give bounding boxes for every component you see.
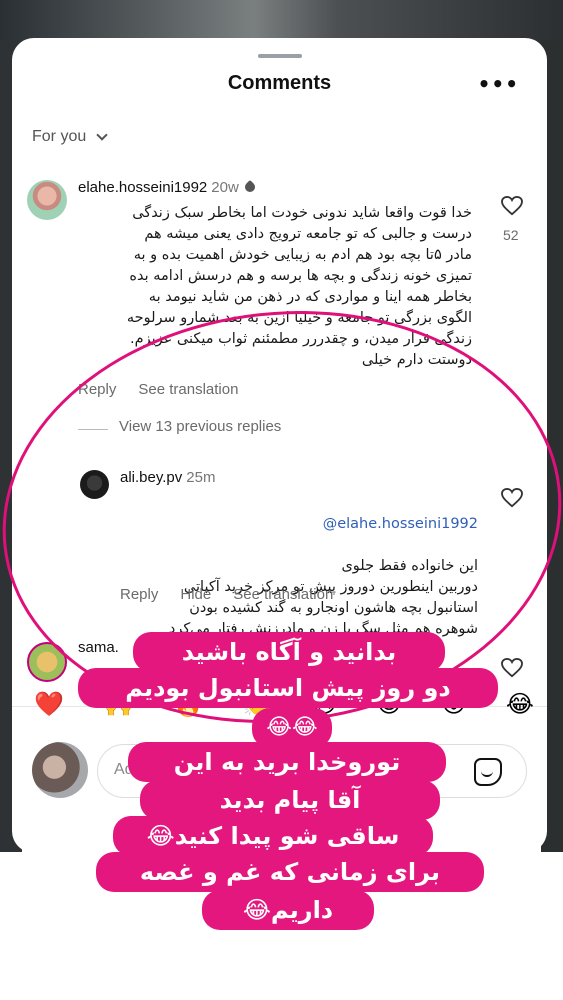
comment-actions: Reply See translation bbox=[78, 381, 238, 398]
comment-actions: Reply Hide See translation bbox=[120, 586, 333, 603]
avatar[interactable] bbox=[27, 180, 67, 220]
my-avatar bbox=[32, 742, 88, 798]
heart-icon[interactable] bbox=[501, 488, 523, 508]
sticker-icon[interactable] bbox=[474, 758, 502, 786]
heart-icon[interactable] bbox=[501, 196, 523, 216]
replies-divider bbox=[78, 429, 108, 430]
comment-username[interactable]: elahe.hosseini1992 20w bbox=[78, 179, 257, 196]
story-text-line: دو روز پیش استانبول بودیم bbox=[78, 668, 498, 708]
mention-link[interactable]: @elahe.hosseini1992 bbox=[112, 514, 478, 535]
sheet-title: Comments bbox=[227, 72, 332, 94]
emoji-laughing[interactable]: 😂 bbox=[506, 690, 534, 718]
like-count: 52 bbox=[503, 227, 519, 243]
comment-text: @elahe.hosseini1992 این خانواده فقط جلوی… bbox=[112, 493, 478, 640]
comment-time: 20w bbox=[211, 179, 239, 196]
story-text-line: برای زمانی که غم و غصه bbox=[96, 852, 484, 892]
reply-button[interactable]: Reply bbox=[78, 381, 116, 398]
story-text-line: ساقی شو پیدا کنید😂 bbox=[113, 816, 433, 856]
story-text-line: داریم😂 bbox=[202, 890, 374, 930]
story-text-line: بدانید و آگاه باشید bbox=[133, 632, 445, 672]
comment-text: خدا قوت واقعا شاید ندونی خودت اما بخاطر … bbox=[126, 205, 472, 368]
comment-username[interactable]: sama. bbox=[78, 639, 119, 656]
chevron-down-icon bbox=[96, 128, 108, 141]
more-options-button[interactable]: ••• bbox=[478, 72, 519, 96]
story-text-line: توروخدا برید به این bbox=[128, 742, 446, 782]
see-translation-button[interactable]: See translation bbox=[233, 586, 333, 603]
view-previous-replies-button[interactable]: View 13 previous replies bbox=[119, 418, 281, 435]
avatar[interactable] bbox=[27, 642, 67, 682]
sheet-grabber[interactable] bbox=[258, 54, 302, 58]
comment-time: 25m bbox=[186, 469, 216, 486]
story-text-line: آقا پیام بدید bbox=[140, 780, 440, 820]
pin-icon bbox=[242, 179, 257, 195]
heart-icon[interactable] bbox=[501, 658, 523, 678]
see-translation-button[interactable]: See translation bbox=[138, 381, 238, 398]
sort-selector[interactable]: For you bbox=[32, 128, 108, 146]
avatar[interactable] bbox=[80, 470, 109, 499]
hide-button[interactable]: Hide bbox=[180, 586, 211, 603]
sort-label: For you bbox=[32, 128, 87, 145]
emoji-heart[interactable]: ❤️ bbox=[34, 690, 64, 718]
comment-username[interactable]: ali.bey.pv 25m bbox=[120, 469, 215, 486]
reply-button[interactable]: Reply bbox=[120, 586, 158, 603]
